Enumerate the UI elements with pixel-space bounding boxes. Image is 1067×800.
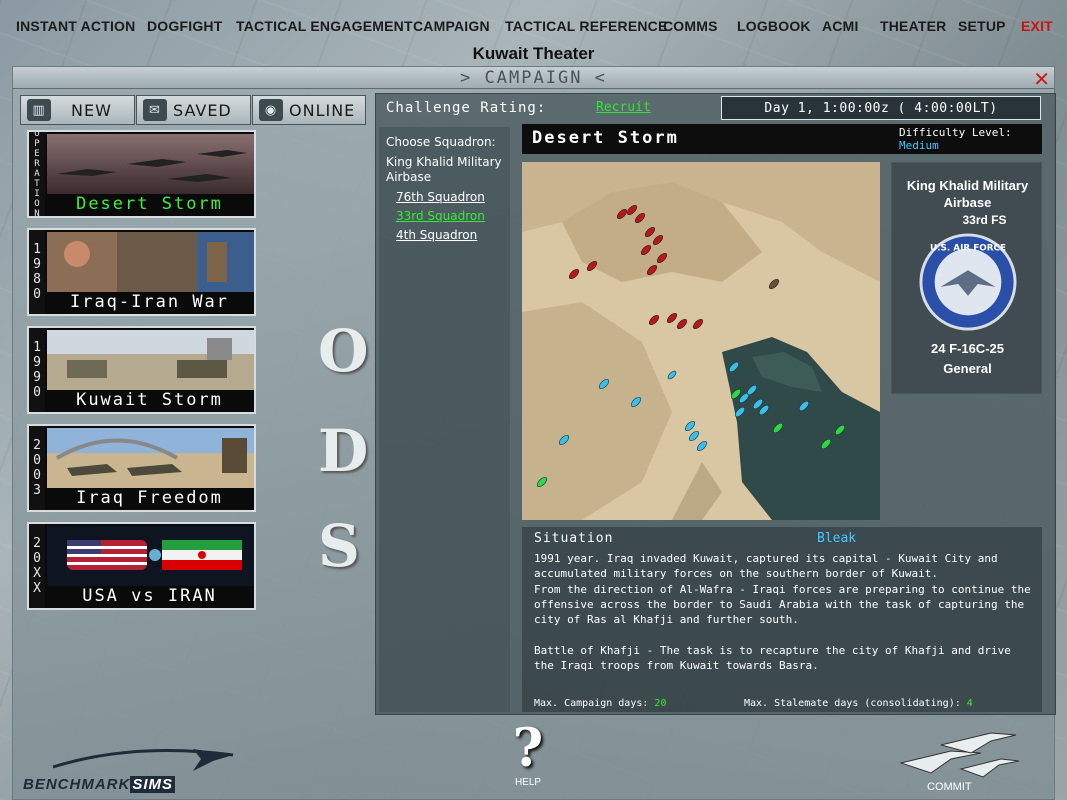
difficulty-label: Difficulty Level: [899, 126, 1012, 139]
kuwait-storm-artwork [47, 330, 254, 390]
menu-logbook[interactable]: LOGBOOK [737, 18, 811, 34]
commit-button[interactable]: COMMIT [881, 719, 1031, 793]
iraq-freedom-artwork [47, 428, 254, 488]
situation-panel: Situation Bleak 1991 year. Iraq invaded … [522, 527, 1042, 712]
max-stalemate-label: Max. Stalemate days (consolidating): [744, 698, 961, 709]
tile-name: Desert Storm [76, 194, 223, 214]
unit-info-panel: King Khalid Military Airbase 33rd FS U.S… [891, 162, 1042, 394]
choose-squadron-title: Choose Squadron: [386, 135, 496, 149]
unit-pilot-rank: General [943, 361, 992, 376]
difficulty-value: Medium [899, 139, 939, 152]
situation-paragraph: Battle of Khafji - The task is to recapt… [534, 644, 1011, 672]
globe-icon: ◉ [259, 99, 283, 121]
unit-aircraft: 24 F-16C-25 [931, 341, 1004, 356]
tab-saved[interactable]: ✉ SAVED [136, 95, 251, 125]
menu-theater[interactable]: THEATER [880, 18, 946, 34]
unit-base: King Khalid Military Airbase [906, 178, 1029, 210]
campaign-tile-usa-vs-iran[interactable]: 20XX USA vs IRAN [27, 522, 256, 610]
page-icon: ▥ [27, 99, 51, 121]
tile-name: Iraq Freedom [76, 488, 223, 508]
tab-online-label: ONLINE [289, 100, 356, 120]
desert-storm-artwork [47, 134, 254, 194]
tile-side-label: 20XX [29, 524, 45, 608]
tile-name: Kuwait Storm [76, 390, 223, 410]
squadron-item-33rd[interactable]: 33rd Squadron [396, 209, 485, 223]
ods-letter-s: S [318, 512, 360, 580]
max-stalemate-value: 4 [966, 698, 973, 709]
top-menu: INSTANT ACTION DOGFIGHT TACTICAL ENGAGEM… [0, 0, 1067, 50]
tab-new[interactable]: ▥ NEW [20, 95, 135, 125]
benchmark-sims-logo: BENCHMARK SIMS [23, 737, 253, 797]
menu-campaign[interactable]: CAMPAIGN [413, 18, 490, 34]
logo-text: BENCHMARK SIMS [23, 776, 176, 793]
menu-dogfight[interactable]: DOGFIGHT [147, 18, 222, 34]
menu-tactical-reference[interactable]: TACTICAL REFERENCE [505, 18, 668, 34]
window-titlebar: > CAMPAIGN < ✕ [13, 67, 1054, 91]
window-title: > CAMPAIGN < [460, 68, 607, 88]
theater-title: Kuwait Theater [472, 44, 595, 63]
menu-instant-action[interactable]: INSTANT ACTION [16, 18, 135, 34]
situation-paragraph: 1991 year. Iraq invaded Kuwait, captured… [534, 552, 998, 580]
max-campaign-label: Max. Campaign days: [534, 698, 649, 709]
campaign-tile-iraq-iran-war[interactable]: 1980 Iraq-Iran War [27, 228, 256, 316]
max-stalemate-days: Max. Stalemate days (consolidating): 4 [744, 698, 973, 709]
iraq-iran-war-artwork [47, 232, 254, 292]
challenge-rating-label: Challenge Rating: [386, 100, 547, 116]
situation-value: Bleak [817, 531, 857, 546]
max-campaign-days: Max. Campaign days: 20 [534, 698, 666, 709]
squadron-base: King Khalid Military Airbase [386, 155, 502, 184]
campaign-name: Desert Storm [532, 128, 679, 148]
situation-paragraph: From the direction of Al-Wafra - Iraqi f… [534, 583, 1031, 626]
menu-comms[interactable]: COMMS [663, 18, 718, 34]
tile-side-label: 1990 [29, 328, 45, 412]
squadron-item-76th[interactable]: 76th Squadron [396, 190, 485, 204]
usa-vs-iran-artwork [47, 526, 254, 586]
commit-label: COMMIT [927, 781, 972, 793]
jet-logo-icon [52, 749, 234, 771]
logo-text-a: BENCHMARK [23, 776, 131, 793]
menu-setup[interactable]: SETUP [958, 18, 1006, 34]
campaign-window: > CAMPAIGN < ✕ ▥ NEW ✉ SAVED ◉ ONLINE OP… [12, 66, 1056, 800]
situation-title: Situation [534, 531, 614, 546]
help-label: HELP [514, 777, 542, 788]
tab-new-label: NEW [71, 100, 112, 120]
campaign-tile-kuwait-storm[interactable]: 1990 Kuwait Storm [27, 326, 256, 414]
day-clock: Day 1, 1:00:00z ( 4:00:00LT) [721, 96, 1041, 120]
ods-letter-o: O [318, 317, 369, 385]
jets-commit-icon [899, 732, 1020, 778]
help-button[interactable]: ? HELP [493, 723, 563, 791]
folder-icon: ✉ [143, 99, 167, 121]
tile-side-label: 1980 [29, 230, 45, 314]
max-campaign-value: 20 [654, 698, 667, 709]
question-icon: ? [512, 718, 544, 779]
tab-online[interactable]: ◉ ONLINE [252, 95, 366, 125]
menu-exit[interactable]: EXIT [1021, 18, 1053, 34]
squadron-patch-icon: U.S. AIR FORCE [919, 233, 1017, 331]
campaign-header: Desert Storm Difficulty Level: Medium [522, 124, 1042, 154]
tab-saved-label: SAVED [173, 100, 232, 120]
challenge-rating-value[interactable]: Recruit [596, 100, 651, 115]
tile-side-label: 2003 [29, 426, 45, 510]
menu-acmi[interactable]: ACMI [822, 18, 859, 34]
logo-text-b: SIMS [130, 776, 176, 793]
unit-squadron: 33rd FS [962, 213, 1007, 227]
tile-name: Iraq-Iran War [69, 292, 230, 312]
squadron-item-4th[interactable]: 4th Squadron [396, 228, 477, 242]
close-icon[interactable]: ✕ [1033, 67, 1050, 91]
tile-name: USA vs IRAN [82, 586, 217, 606]
tile-side-label: OPERATION [29, 132, 45, 216]
theater-map[interactable] [522, 162, 880, 520]
menu-tactical-engagement[interactable]: TACTICAL ENGAGEMENT [236, 18, 413, 34]
campaign-tile-desert-storm[interactable]: OPERATION Desert Storm [27, 130, 256, 218]
campaign-tile-iraq-freedom[interactable]: 2003 Iraq Freedom [27, 424, 256, 512]
patch-text: U.S. AIR FORCE [930, 244, 1006, 254]
ods-letter-d: D [318, 417, 369, 485]
